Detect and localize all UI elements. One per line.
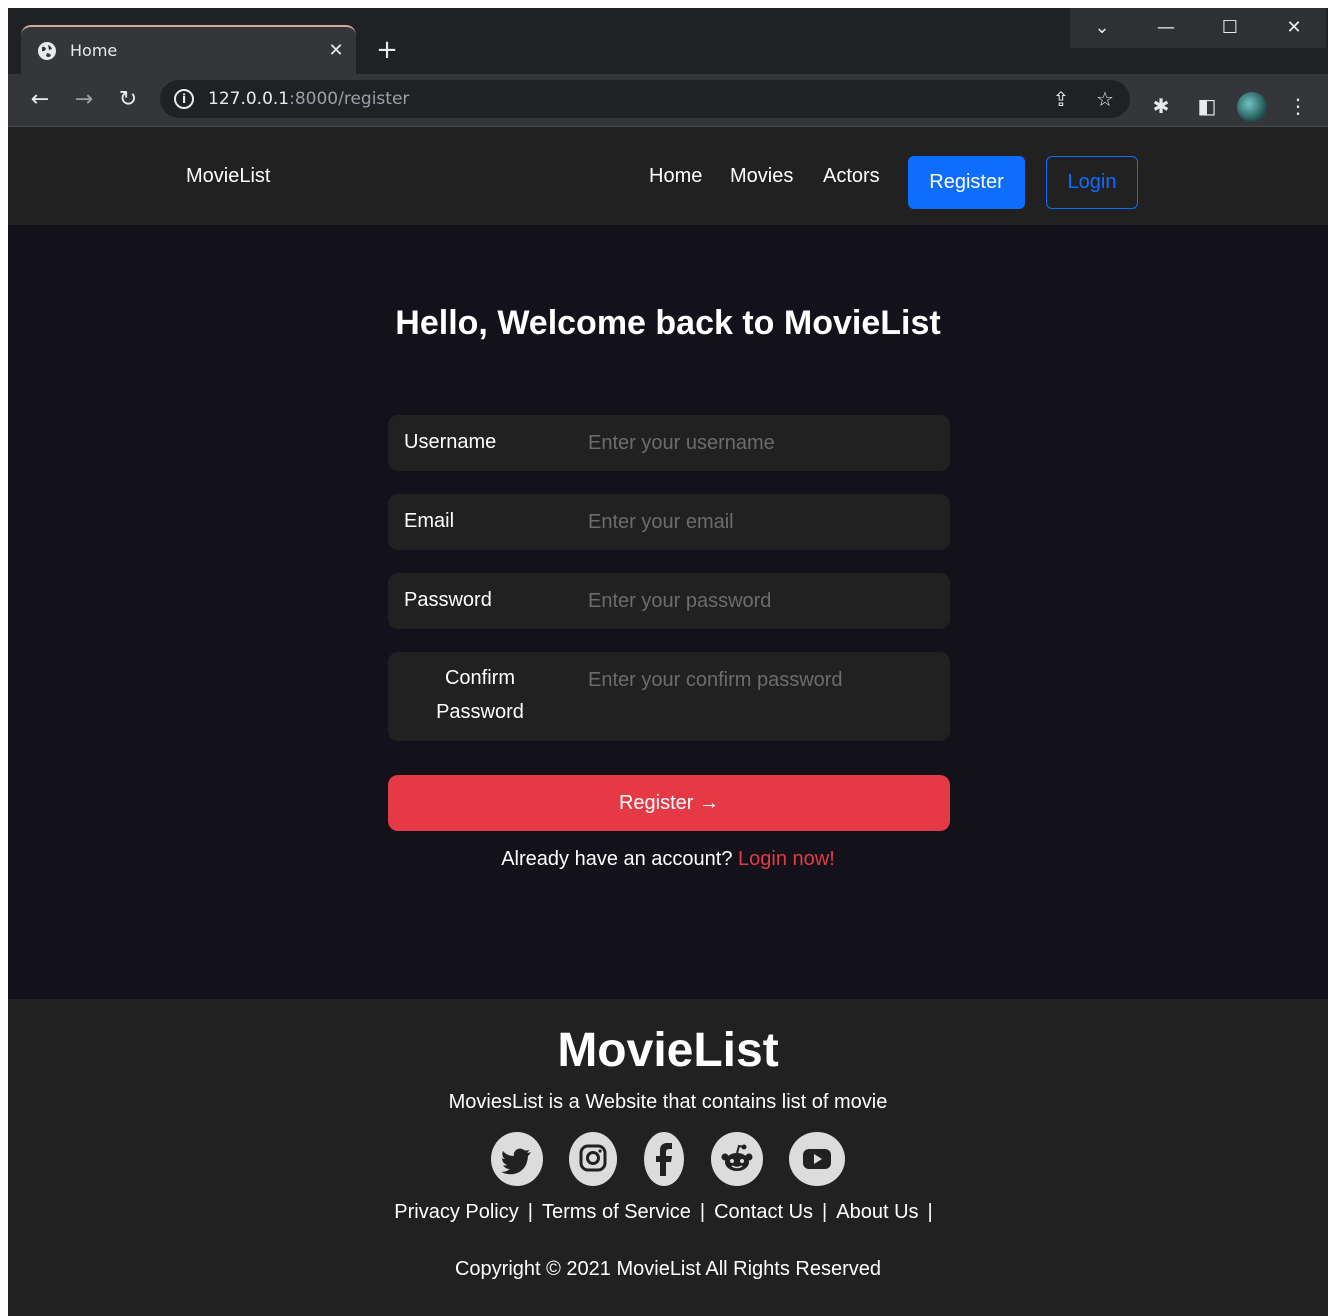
nav-register-button[interactable]: Register	[908, 156, 1025, 209]
register-submit-label: Register	[618, 792, 694, 814]
url-path: :8000/register	[289, 89, 410, 109]
tab-strip: Home ✕ + ⌄ — ☐ ✕	[8, 8, 1328, 74]
reddit-icon[interactable]	[711, 1132, 763, 1186]
navbar-brand[interactable]: MovieList	[186, 165, 270, 188]
username-group: Username	[388, 415, 950, 471]
password-input[interactable]	[588, 583, 938, 619]
maximize-icon[interactable]: ☐	[1198, 8, 1262, 48]
site-navbar: MovieList Home Movies Actors Register Lo…	[8, 127, 1328, 225]
nav-login-button[interactable]: Login	[1046, 156, 1138, 209]
footer-brand: MovieList	[557, 1024, 779, 1077]
confirm-password-label-line1: Confirm	[444, 667, 515, 689]
reload-icon[interactable]: ↻	[114, 86, 142, 114]
password-group: Password	[388, 573, 950, 629]
confirm-password-label-line2: Password	[436, 701, 524, 723]
back-icon[interactable]: ←	[26, 86, 54, 114]
email-group: Email	[388, 494, 950, 550]
email-label: Email	[404, 510, 455, 532]
url-text[interactable]: 127.0.0.1:8000/register	[208, 89, 409, 109]
tab-search-icon[interactable]: ⌄	[1070, 8, 1134, 48]
twitter-icon[interactable]	[491, 1132, 543, 1186]
link-separator: |	[699, 1201, 706, 1223]
register-submit-button[interactable]: Register →	[388, 775, 950, 831]
copyright-text: Copyright © 2021 MovieList All Rights Re…	[454, 1258, 882, 1280]
footer-description: MoviesList is a Website that contains li…	[448, 1091, 888, 1113]
close-window-icon[interactable]: ✕	[1262, 8, 1326, 48]
login-prompt: Already have an account? Login now!	[8, 848, 1328, 871]
side-panel-icon[interactable]: ◧	[1195, 94, 1219, 118]
about-us-link[interactable]: About Us	[836, 1201, 918, 1223]
nav-link-home[interactable]: Home	[649, 165, 702, 188]
address-bar[interactable]: i 127.0.0.1:8000/register ⇪ ☆	[160, 80, 1130, 118]
username-label: Username	[404, 431, 497, 453]
link-separator: |	[927, 1201, 933, 1223]
browser-toolbar: ← → ↻ i 127.0.0.1:8000/register ⇪ ☆ ✱ ◧ …	[8, 74, 1328, 126]
share-icon[interactable]: ⇪	[1050, 88, 1072, 110]
confirm-password-input[interactable]	[588, 662, 938, 698]
arrow-right-icon: →	[699, 792, 720, 814]
link-separator: |	[822, 1201, 828, 1223]
privacy-policy-link[interactable]: Privacy Policy	[394, 1201, 518, 1223]
close-tab-icon[interactable]: ✕	[324, 39, 348, 63]
browser-window: Home ✕ + ⌄ — ☐ ✕ ← → ↻ i 127.0.0.1:8000/…	[8, 8, 1328, 1316]
tab-title: Home	[70, 41, 118, 60]
already-account-text: Already have an account?	[501, 848, 733, 870]
web-page: MovieList Home Movies Actors Register Lo…	[8, 127, 1328, 1316]
extensions-puzzle-icon[interactable]: ✱	[1149, 94, 1173, 118]
page-title: Hello, Welcome back to MovieList	[395, 304, 941, 342]
site-footer: MovieList MoviesList is a Website that c…	[8, 999, 1328, 1316]
password-label: Password	[404, 589, 492, 611]
terms-of-service-link[interactable]: Terms of Service	[542, 1201, 691, 1223]
minimize-icon[interactable]: —	[1134, 8, 1198, 48]
forward-icon[interactable]: →	[70, 86, 98, 114]
footer-links: Privacy Policy | Terms of Service | Contact …	[8, 1201, 1328, 1224]
new-tab-icon[interactable]: +	[374, 37, 400, 64]
confirm-password-label: Confirm Password	[388, 661, 572, 729]
username-input[interactable]	[588, 425, 938, 461]
youtube-icon[interactable]	[789, 1132, 845, 1186]
confirm-password-group: Confirm Password	[388, 652, 950, 741]
instagram-icon[interactable]	[569, 1132, 617, 1186]
globe-icon	[38, 42, 56, 60]
link-separator: |	[527, 1201, 533, 1223]
facebook-icon[interactable]	[644, 1132, 684, 1186]
contact-us-link[interactable]: Contact Us	[714, 1201, 813, 1223]
nav-link-movies[interactable]: Movies	[730, 165, 793, 188]
site-info-icon[interactable]: i	[174, 89, 194, 109]
profile-avatar[interactable]	[1237, 92, 1267, 122]
browser-tab-home[interactable]: Home ✕	[21, 25, 356, 74]
email-input[interactable]	[588, 504, 938, 540]
menu-kebab-icon[interactable]: ⋮	[1286, 94, 1310, 118]
url-host: 127.0.0.1	[208, 89, 290, 109]
bookmark-star-icon[interactable]: ☆	[1094, 88, 1116, 110]
login-now-link[interactable]: Login now!	[738, 848, 835, 870]
nav-link-actors[interactable]: Actors	[823, 165, 880, 188]
